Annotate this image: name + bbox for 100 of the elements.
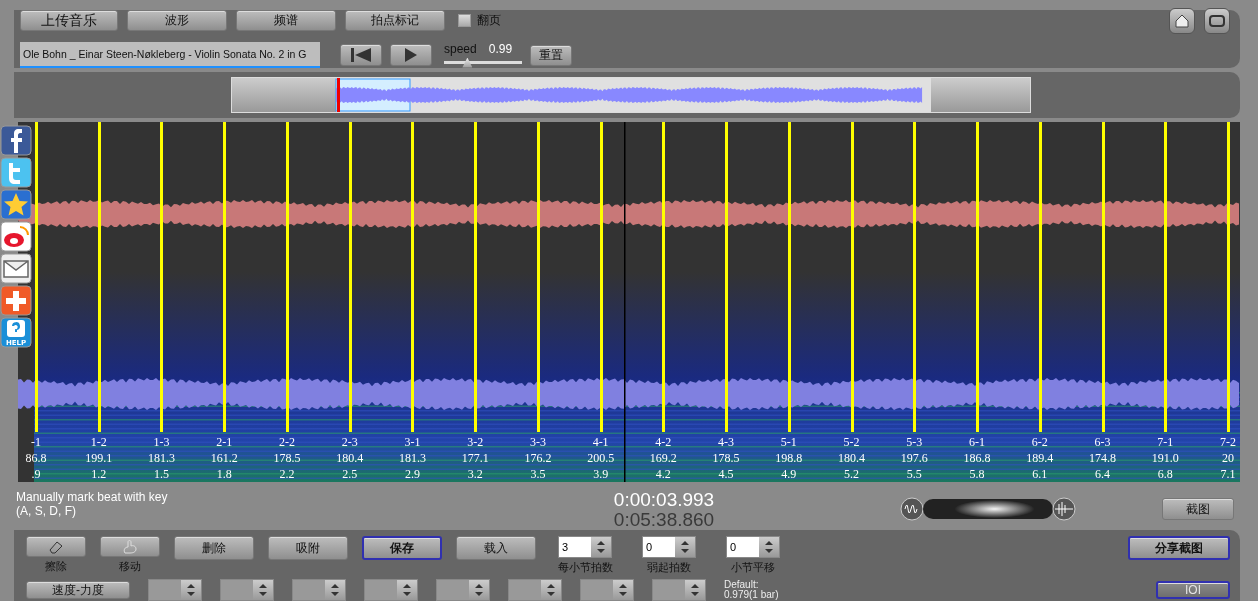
eraser-button[interactable] — [26, 536, 86, 557]
view-button[interactable]: 频谱 — [236, 10, 336, 31]
number-spinner[interactable]: 3 — [558, 536, 612, 558]
blend-slider[interactable] — [923, 499, 1053, 519]
plus-icon[interactable] — [0, 285, 32, 316]
beat-time: 2.5 — [342, 466, 358, 482]
beat-marker[interactable] — [35, 121, 38, 432]
beat-marker[interactable] — [223, 121, 227, 432]
beat-time: 3.5 — [530, 466, 546, 482]
hint-text: Manually mark beat with key — [16, 490, 169, 504]
beat-tempo: 176.2 — [524, 450, 552, 466]
hand-icon — [121, 538, 139, 555]
screenshot-button[interactable]: 截图 — [1162, 498, 1234, 520]
beat-label: 7-1 — [1157, 434, 1174, 450]
up-down-arrows-icon — [597, 540, 605, 554]
beat-label: 2-2 — [278, 434, 295, 450]
page-flip-checkbox[interactable] — [458, 14, 471, 27]
share-screenshot-button[interactable]: 分享截图 — [1128, 536, 1230, 560]
beat-time: 5.5 — [906, 466, 922, 482]
spinner-label: 每小节拍数 — [557, 560, 613, 575]
beat-marker[interactable] — [536, 121, 540, 432]
beat-marker[interactable] — [348, 121, 352, 432]
beat-marker[interactable] — [97, 121, 101, 432]
beat-marker[interactable] — [474, 121, 478, 432]
beat-label: 3-1 — [404, 434, 421, 450]
beat-marker[interactable] — [850, 121, 854, 432]
view-button[interactable]: 拍点标记 — [345, 10, 445, 31]
beat-marker[interactable] — [599, 121, 603, 432]
facebook-icon[interactable] — [0, 125, 32, 156]
slider-thumb[interactable] — [954, 500, 1035, 518]
skip-back-icon — [349, 48, 373, 62]
mail-icon[interactable] — [0, 253, 32, 284]
beat-label: 2-3 — [341, 434, 358, 450]
action-button[interactable]: 保存 — [362, 536, 442, 560]
beat-tempo: 20 — [1222, 450, 1234, 466]
twitter-icon[interactable] — [0, 157, 32, 188]
play-button[interactable] — [390, 44, 432, 66]
slider-thumb[interactable] — [462, 57, 473, 68]
beat-time: 1.2 — [91, 466, 107, 482]
up-down-arrows-icon — [765, 540, 773, 554]
upload-music-button[interactable]: 上传音乐 — [20, 10, 118, 31]
previous-button[interactable] — [340, 44, 382, 66]
file-name-field[interactable]: Ole Bohn _ Einar Steen-Nøkleberg - Violin Sonata No. 2 in G — [20, 42, 320, 68]
beat-label: -1 — [31, 434, 41, 450]
beat-marker[interactable] — [411, 121, 415, 432]
action-button[interactable]: 删除 — [174, 536, 254, 560]
speed-value: 0.99 — [488, 41, 513, 56]
home-icon — [1174, 12, 1190, 29]
beat-marker[interactable] — [1101, 121, 1105, 432]
beat-marker[interactable] — [725, 121, 729, 432]
beat-marker[interactable] — [285, 121, 289, 432]
current-time: 0:00:03.993 — [612, 490, 716, 510]
up-down-arrows-icon — [691, 583, 699, 597]
beat-tempo: 181.3 — [147, 450, 175, 466]
reset-button[interactable]: 重置 — [530, 44, 572, 66]
beat-time: 2.2 — [279, 466, 295, 482]
beat-marker[interactable] — [1164, 121, 1168, 432]
number-spinner[interactable]: 0 — [726, 536, 780, 558]
up-down-arrows-icon — [681, 540, 689, 554]
overview-waveform[interactable] — [231, 76, 1031, 113]
fullscreen-button[interactable] — [1204, 7, 1230, 34]
beat-label: 2-1 — [216, 434, 233, 450]
beat-marker[interactable] — [1038, 121, 1042, 432]
beat-time: 4.2 — [655, 466, 671, 482]
up-down-arrows-icon — [619, 583, 627, 597]
beat-label: 4-1 — [592, 434, 609, 450]
beat-tempo: 198.8 — [775, 450, 803, 466]
beat-tempo: 178.5 — [273, 450, 301, 466]
number-spinner[interactable]: 0 — [642, 536, 696, 558]
tool-label: 移动 — [119, 559, 141, 574]
weibo-icon[interactable] — [0, 221, 32, 252]
move-button[interactable] — [100, 536, 160, 557]
eraser-icon — [48, 539, 64, 554]
beat-time: 1.8 — [216, 466, 232, 482]
action-button[interactable]: 载入 — [456, 536, 536, 560]
beat-time: .9 — [31, 466, 41, 482]
beat-marker[interactable] — [1227, 121, 1230, 432]
beat-label: 3-3 — [529, 434, 546, 450]
beat-label: 1-3 — [153, 434, 170, 450]
beat-label: 6-3 — [1094, 434, 1111, 450]
view-button[interactable]: 波形 — [127, 10, 227, 31]
beat-time: 6.8 — [1157, 466, 1173, 482]
up-down-arrows-icon — [331, 583, 339, 597]
beat-time: 3.2 — [467, 466, 483, 482]
wave-icon — [900, 497, 924, 521]
hint-text: (A, S, D, F) — [16, 504, 77, 518]
action-button[interactable]: 吸附 — [268, 536, 348, 560]
home-button[interactable] — [1169, 7, 1195, 34]
beat-time: 3.9 — [593, 466, 609, 482]
beat-label: 7-2 — [1220, 434, 1236, 450]
beat-marker[interactable] — [976, 121, 980, 432]
beat-time: 6.1 — [1032, 466, 1048, 482]
beat-tempo: 180.4 — [336, 450, 364, 466]
beat-marker[interactable] — [160, 121, 164, 432]
beat-marker[interactable] — [913, 121, 917, 432]
spinner-label: 小节平移 — [731, 560, 775, 575]
beat-marker[interactable] — [787, 121, 791, 432]
tempo-dynamics-button[interactable]: 速度-力度 — [26, 581, 130, 599]
beat-marker[interactable] — [662, 121, 666, 432]
beat-label: 4-2 — [655, 434, 672, 450]
